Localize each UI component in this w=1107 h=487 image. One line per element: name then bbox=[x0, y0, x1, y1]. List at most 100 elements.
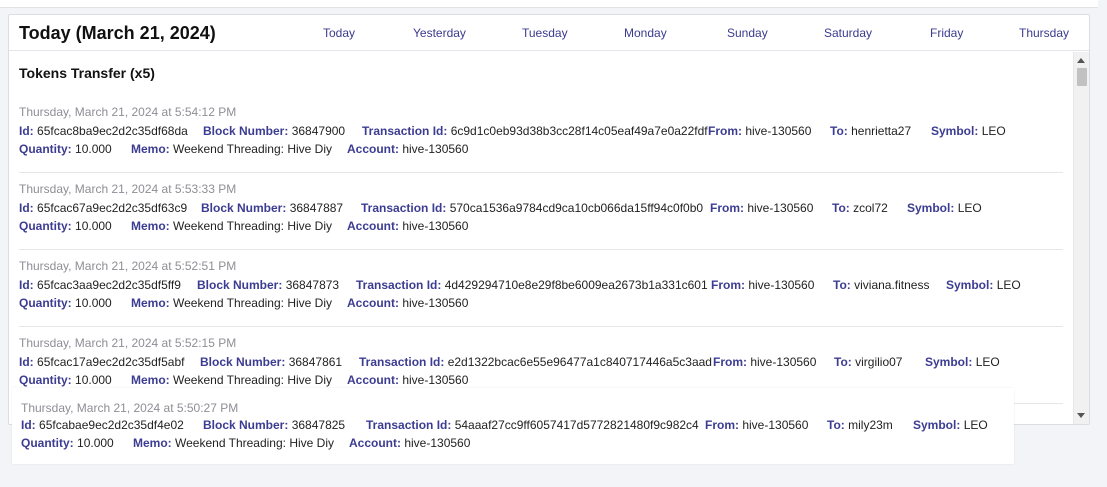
account-label: Account: bbox=[347, 142, 399, 156]
scroll-down-arrow-icon[interactable] bbox=[1077, 413, 1085, 418]
symbol-label: Symbol: bbox=[931, 124, 979, 138]
card-header: Today (March 21, 2024) Today Yesterday T… bbox=[9, 15, 1089, 51]
memo-value: Weekend Threading: Hive Diy bbox=[173, 373, 332, 387]
memo-value: Weekend Threading: Hive Diy bbox=[173, 219, 332, 233]
account-value: hive-130560 bbox=[402, 296, 469, 310]
to-label: To: bbox=[834, 355, 852, 369]
memo-value: Weekend Threading: Hive Diy bbox=[175, 436, 334, 450]
memo-value: Weekend Threading: Hive Diy bbox=[173, 296, 332, 310]
block-label: Block Number: bbox=[203, 124, 289, 138]
from-value: hive-130560 bbox=[747, 201, 814, 215]
from-value: hive-130560 bbox=[748, 278, 815, 292]
id-label: Id: bbox=[19, 355, 34, 369]
from-value: hive-130560 bbox=[745, 124, 812, 138]
to-value: henrietta27 bbox=[851, 124, 912, 138]
page-title: Today (March 21, 2024) bbox=[19, 23, 216, 43]
account-value: hive-130560 bbox=[402, 219, 469, 233]
quantity-value: 10.000 bbox=[75, 296, 112, 310]
symbol-label: Symbol: bbox=[907, 201, 955, 215]
transfer-entry: Thursday, March 21, 2024 at 5:52:51 PM I… bbox=[19, 250, 1063, 327]
quantity-value: 10.000 bbox=[75, 373, 112, 387]
tokens-transfer-card: Today (March 21, 2024) Today Yesterday T… bbox=[8, 14, 1090, 425]
transfer-list[interactable]: Tokens Transfer (x5) Thursday, March 21,… bbox=[9, 52, 1073, 424]
memo-label: Memo: bbox=[131, 219, 170, 233]
account-label: Account: bbox=[347, 296, 399, 310]
block-label: Block Number: bbox=[200, 355, 286, 369]
block-value: 36847887 bbox=[289, 201, 344, 215]
to-label: To: bbox=[830, 124, 848, 138]
account-value: hive-130560 bbox=[404, 436, 471, 450]
to-value: zcol72 bbox=[853, 201, 888, 215]
tab-friday[interactable]: Friday bbox=[930, 26, 963, 40]
tab-today[interactable]: Today bbox=[323, 26, 355, 40]
block-label: Block Number: bbox=[203, 418, 289, 432]
quantity-label: Quantity: bbox=[19, 373, 72, 387]
to-value: mily23m bbox=[848, 418, 893, 432]
symbol-value: LEO bbox=[957, 201, 982, 215]
id-label: Id: bbox=[19, 201, 34, 215]
quantity-value: 10.000 bbox=[75, 142, 112, 156]
block-value: 36847900 bbox=[291, 124, 346, 138]
tx-value: 54aaaf27cc9ff6057417d5772821480f9c982c4 bbox=[454, 418, 699, 432]
account-value: hive-130560 bbox=[402, 142, 469, 156]
quantity-label: Quantity: bbox=[19, 296, 72, 310]
symbol-value: LEO bbox=[996, 278, 1021, 292]
quantity-label: Quantity: bbox=[19, 219, 72, 233]
quantity-label: Quantity: bbox=[21, 436, 74, 450]
scrollbar[interactable] bbox=[1073, 52, 1089, 424]
from-label: From: bbox=[711, 278, 745, 292]
symbol-label: Symbol: bbox=[925, 355, 973, 369]
id-value: 65fcabae9ec2d2c35df4e02 bbox=[39, 418, 184, 432]
from-label: From: bbox=[710, 201, 744, 215]
symbol-value: LEO bbox=[975, 355, 1000, 369]
from-label: From: bbox=[713, 355, 747, 369]
tx-value: 570ca1536a9784cd9ca10cb066da15ff94c0f0b0 bbox=[449, 201, 704, 215]
id-value: 65fcac8ba9ec2d2c35df68da bbox=[37, 124, 188, 138]
symbol-value: LEO bbox=[981, 124, 1006, 138]
memo-value: Weekend Threading: Hive Diy bbox=[173, 142, 332, 156]
block-value: 36847825 bbox=[291, 418, 346, 432]
tx-label: Transaction Id: bbox=[356, 278, 442, 292]
scroll-up-arrow-icon[interactable] bbox=[1077, 58, 1085, 63]
quantity-label: Quantity: bbox=[19, 142, 72, 156]
from-label: From: bbox=[708, 124, 742, 138]
tab-monday[interactable]: Monday bbox=[624, 26, 667, 40]
id-label: Id: bbox=[19, 278, 34, 292]
entry-timestamp: Thursday, March 21, 2024 at 5:52:15 PM bbox=[19, 336, 237, 350]
tab-yesterday[interactable]: Yesterday bbox=[413, 26, 466, 40]
tab-saturday[interactable]: Saturday bbox=[824, 26, 872, 40]
memo-label: Memo: bbox=[131, 142, 170, 156]
transfer-entry-dragged[interactable]: Thursday, March 21, 2024 at 5:50:27 PM I… bbox=[12, 388, 1014, 464]
to-label: To: bbox=[833, 278, 851, 292]
tab-tuesday[interactable]: Tuesday bbox=[522, 26, 568, 40]
block-value: 36847861 bbox=[288, 355, 343, 369]
block-label: Block Number: bbox=[197, 278, 283, 292]
id-value: 65fcac67a9ec2d2c35df63c9 bbox=[37, 201, 188, 215]
account-label: Account: bbox=[347, 373, 399, 387]
tx-value: e2d1322bcac6e55e96477a1c840717446a5c3aad bbox=[447, 355, 712, 369]
memo-label: Memo: bbox=[131, 296, 170, 310]
top-strip bbox=[0, 0, 1098, 8]
scroll-thumb[interactable] bbox=[1077, 68, 1087, 86]
block-value: 36847873 bbox=[285, 278, 340, 292]
from-value: hive-130560 bbox=[750, 355, 817, 369]
section-title: Tokens Transfer (x5) bbox=[19, 65, 155, 81]
entry-timestamp: Thursday, March 21, 2024 at 5:53:33 PM bbox=[19, 182, 237, 196]
tx-value: 4d429294710e8e29f8be6009ea2673b1a331c601 bbox=[444, 278, 708, 292]
from-value: hive-130560 bbox=[742, 418, 809, 432]
tx-value: 6c9d1c0eb93d38b3cc28f14c05eaf49a7e0a22fd… bbox=[450, 124, 708, 138]
id-value: 65fcac17a9ec2d2c35df5abf bbox=[37, 355, 185, 369]
memo-label: Memo: bbox=[131, 373, 170, 387]
entry-timestamp: Thursday, March 21, 2024 at 5:52:51 PM bbox=[19, 259, 237, 273]
quantity-value: 10.000 bbox=[75, 219, 112, 233]
to-label: To: bbox=[827, 418, 845, 432]
tx-label: Transaction Id: bbox=[361, 201, 447, 215]
block-label: Block Number: bbox=[201, 201, 287, 215]
symbol-value: LEO bbox=[963, 418, 988, 432]
to-value: virgilio07 bbox=[855, 355, 903, 369]
transfer-entry: Thursday, March 21, 2024 at 5:54:12 PM I… bbox=[19, 96, 1063, 173]
tab-thursday[interactable]: Thursday bbox=[1019, 26, 1069, 40]
transfer-entry: Thursday, March 21, 2024 at 5:53:33 PM I… bbox=[19, 173, 1063, 250]
tab-sunday[interactable]: Sunday bbox=[727, 26, 768, 40]
id-label: Id: bbox=[21, 418, 36, 432]
